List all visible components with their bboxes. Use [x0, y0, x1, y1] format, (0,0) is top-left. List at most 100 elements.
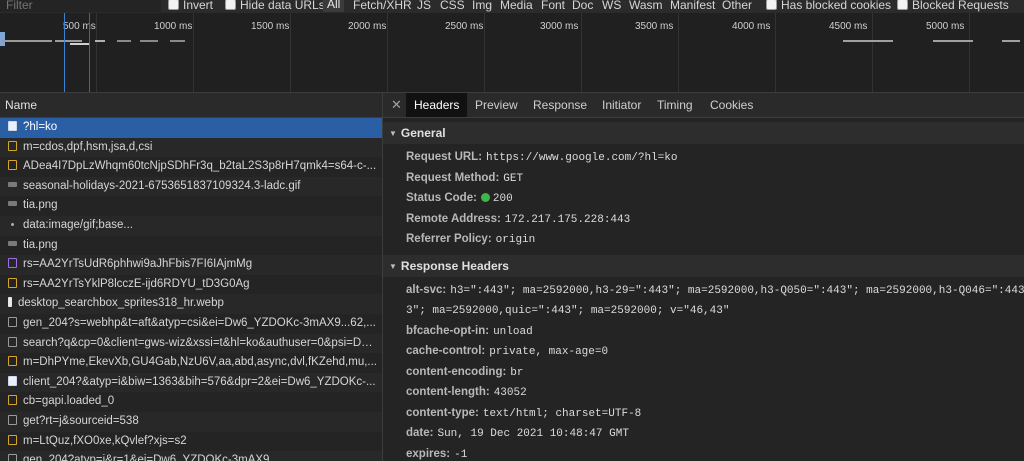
script-type-icon	[8, 277, 17, 288]
blocked-requests-checkbox[interactable]: Blocked Requests	[897, 0, 1009, 12]
request-row[interactable]: data:image/gif;base...	[0, 215, 382, 236]
type-filter-css[interactable]: CSS	[440, 0, 465, 12]
request-name: rs=AA2YrTsUdR6phhwi9aJhFbis7FI6IAjmMg	[23, 258, 253, 271]
response-header-row: bfcache-opt-in: unload	[383, 320, 1024, 341]
css-type-icon	[8, 258, 17, 269]
alt-svc-row: alt-svc: h3=":443"; ma=2592000,h3-29=":44…	[383, 279, 1024, 300]
request-row[interactable]: gen_204?s=webhp&t=aft&atyp=csi&ei=Dw6_YZ…	[0, 314, 382, 334]
request-row[interactable]: desktop_searchbox_sprites318_hr.webp	[0, 294, 382, 314]
tick-line	[872, 13, 873, 92]
request-row[interactable]: gen_204?atyp=i&r=1&ei=Dw6_YZDOKc-3mAX9..…	[0, 451, 382, 461]
header-key: alt-svc:	[406, 283, 447, 296]
type-filter-fetch-xhr[interactable]: Fetch/XHR	[353, 0, 412, 12]
timeline-overview[interactable]: 500 ms 1000 ms 1500 ms 2000 ms 2500 ms 3…	[0, 13, 1024, 93]
header-value: 172.217.175.228:443	[504, 213, 631, 226]
tick-line	[678, 13, 679, 92]
hide-data-urls-checkbox[interactable]: Hide data URLs	[225, 0, 325, 12]
tab-preview[interactable]: Preview	[467, 93, 526, 117]
overview-bar	[170, 40, 185, 42]
tick-line	[969, 13, 970, 92]
request-rows: ?hl=ko m=cdos,dpf,hsm,jsa,d,csi ADea4I7DpL…	[0, 118, 382, 461]
tick-label: 1500 ms	[251, 21, 290, 32]
tick-line	[775, 13, 776, 92]
header-key: content-length:	[406, 386, 490, 398]
response-headers-section-header[interactable]: ▼ Response Headers	[383, 254, 1024, 277]
overview-bar	[2, 40, 52, 42]
request-row[interactable]: client_204?&atyp=i&biw=1363&bih=576&dpr=…	[0, 372, 382, 393]
invert-label: Invert	[183, 0, 214, 12]
tab-initiator[interactable]: Initiator	[594, 93, 649, 117]
tick-label: 3500 ms	[635, 21, 674, 32]
alt-svc-continuation: 3"; ma=2592000,quic=":443"; ma=2592000; …	[383, 299, 1024, 320]
overview-bar	[1002, 40, 1020, 42]
request-row[interactable]: m=cdos,dpf,hsm,jsa,d,csi	[0, 137, 382, 158]
type-filter-manifest[interactable]: Manifest	[670, 0, 715, 12]
type-filter-all[interactable]: All	[323, 0, 345, 12]
header-key: content-type:	[406, 406, 479, 419]
request-detail-pane: ✕ Headers Preview Response Initiator Tim…	[383, 93, 1024, 461]
request-list: Name ?hl=ko m=cdos,dpf,hsm,jsa,d,csi ADea4…	[0, 93, 383, 461]
tab-timing[interactable]: Timing	[649, 93, 701, 117]
request-row[interactable]: get?rt=j&sourceid=538	[0, 411, 382, 432]
request-name: m=LtQuz,fXO0xe,kQvlef?xjs=s2	[23, 434, 187, 447]
request-row[interactable]: m=DhPYme,EkevXb,GU4Gab,NzU6V,aa,abd,asyn…	[0, 353, 382, 373]
request-row[interactable]: seasonal-holidays-2021-6753651837109324.…	[0, 176, 382, 197]
request-row[interactable]: cb=gapi.loaded_0	[0, 392, 382, 412]
request-row[interactable]: rs=AA2YrTsUdR6phhwi9aJhFbis7FI6IAjmMg	[0, 255, 382, 275]
type-filter-js[interactable]: JS	[417, 0, 431, 12]
img-type-icon	[8, 240, 17, 246]
header-value: https://www.google.com/?hl=ko	[486, 152, 678, 164]
type-filter-ws[interactable]: WS	[602, 0, 621, 12]
header-key: bfcache-opt-in:	[406, 324, 490, 337]
header-value: br	[510, 366, 524, 379]
request-row[interactable]: ?hl=ko	[0, 118, 382, 138]
response-header-row: content-length: 43052	[383, 381, 1024, 402]
general-section-header[interactable]: ▼ General	[383, 122, 1024, 144]
header-key: Request URL:	[406, 151, 483, 163]
type-filter-img[interactable]: Img	[472, 0, 492, 12]
request-row[interactable]: tia.png	[0, 196, 382, 216]
invert-checkbox[interactable]: Invert	[168, 0, 213, 12]
request-name: client_204?&atyp=i&biw=1363&bih=576&dpr=…	[23, 375, 376, 388]
request-row[interactable]: m=LtQuz,fXO0xe,kQvlef?xjs=s2	[0, 432, 382, 452]
tick-label: 2000 ms	[348, 21, 387, 32]
has-blocked-cookies-checkbox[interactable]: Has blocked cookies	[766, 0, 891, 12]
type-filter-font[interactable]: Font	[541, 0, 565, 12]
header-key: Remote Address:	[406, 212, 501, 225]
response-header-row: date: Sun, 19 Dec 2021 10:48:47 GMT	[383, 422, 1024, 443]
request-row[interactable]: ADea4I7DpLzWhqm60tcNjpSDhFr3q_b2taL2S3p8…	[0, 157, 382, 177]
dot-type-icon	[11, 222, 14, 226]
script-type-icon	[8, 160, 17, 171]
type-filter-wasm[interactable]: Wasm	[629, 0, 663, 12]
dom-content-loaded-marker	[64, 13, 65, 92]
tick-line	[193, 13, 194, 92]
type-filter-media[interactable]: Media	[500, 0, 533, 12]
header-key: date:	[406, 427, 434, 439]
tab-headers[interactable]: Headers	[406, 93, 468, 117]
overview-bar	[140, 40, 158, 42]
request-row[interactable]: search?q&cp=0&client=gws-wiz&xssi=t&hl=k…	[0, 333, 382, 354]
type-filter-other[interactable]: Other	[722, 0, 752, 12]
tick-line	[290, 13, 291, 92]
tab-cookies[interactable]: Cookies	[702, 93, 761, 117]
header-value: h3=":443"; ma=2592000,h3-29=":443"; ma=2…	[450, 284, 1024, 297]
type-filter-doc[interactable]: Doc	[572, 0, 593, 12]
header-value: 200	[492, 193, 513, 205]
tick-line	[387, 13, 388, 92]
request-name: cb=gapi.loaded_0	[23, 395, 115, 408]
script-type-icon	[8, 395, 17, 406]
name-column-header[interactable]: Name	[0, 93, 382, 118]
close-icon[interactable]: ✕	[391, 97, 402, 113]
request-row[interactable]: tia.png	[0, 236, 382, 256]
header-value: unload	[493, 325, 533, 338]
request-row[interactable]: rs=AA2YrTsYklP8lcczE-ijd6RDYU_tD3G0Ag	[0, 275, 382, 295]
tick-label: 4000 ms	[732, 21, 771, 32]
tick-label: 500 ms	[63, 21, 96, 32]
request-name: tia.png	[23, 238, 58, 251]
white-type-icon	[8, 297, 12, 308]
filter-input[interactable]	[0, 0, 161, 12]
tab-response[interactable]: Response	[525, 93, 595, 117]
detail-tabs: ✕ Headers Preview Response Initiator Tim…	[383, 93, 1024, 118]
response-header-row: cache-control: private, max-age=0	[383, 340, 1024, 361]
header-value: private, max-age=0	[489, 346, 609, 358]
